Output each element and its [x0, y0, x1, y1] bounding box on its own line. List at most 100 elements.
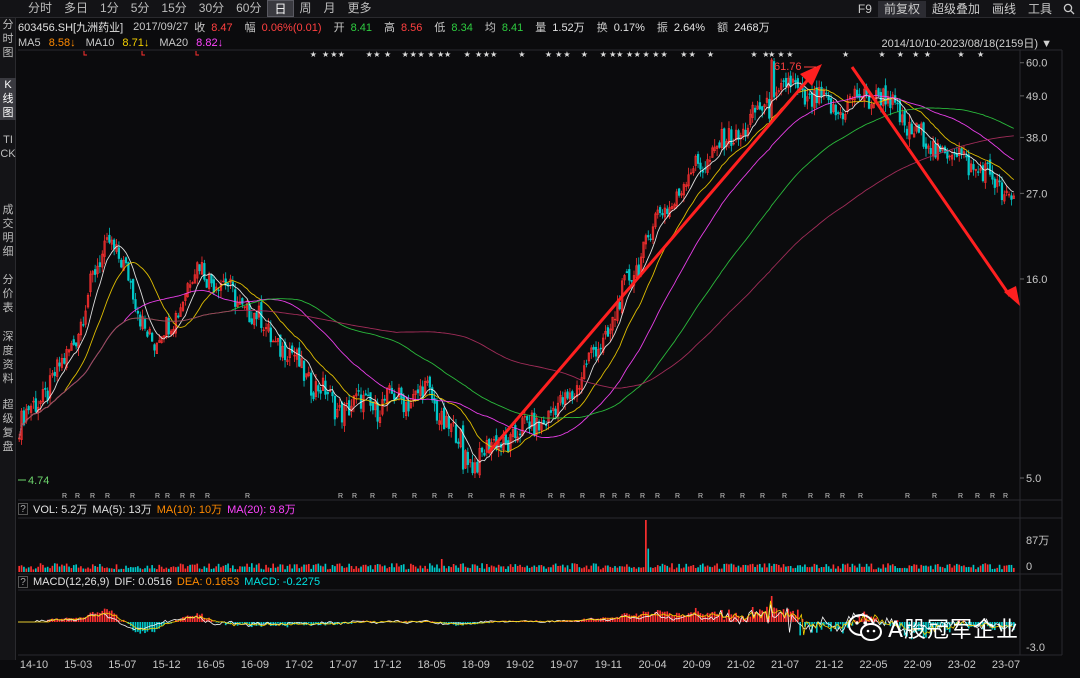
- candle-body: [250, 318, 253, 324]
- macd-dif: DIF: 0.0516: [114, 576, 172, 588]
- star-marker: ★: [475, 50, 482, 59]
- candle-body: [234, 289, 237, 307]
- candle-body: [518, 433, 522, 436]
- star-marker: ★: [660, 50, 667, 59]
- candle-body: [537, 421, 541, 431]
- star-marker: ★: [310, 50, 317, 59]
- candle-body: [98, 262, 102, 267]
- candle-body: [75, 342, 78, 347]
- r-marker: R: [858, 493, 863, 500]
- x-tick: 18-05: [417, 659, 446, 671]
- candle-body: [965, 155, 968, 158]
- candle-body: [53, 371, 56, 377]
- r-marker: R: [62, 493, 67, 500]
- candle-body: [433, 398, 436, 404]
- volume-tick: 0: [1026, 561, 1032, 573]
- candle-body: [203, 263, 206, 280]
- volume-tick: 87万: [1026, 535, 1049, 547]
- candle-body: [312, 392, 315, 400]
- x-tick: 23-02: [947, 659, 976, 671]
- candle-body: [153, 344, 156, 351]
- x-tick: 16-09: [240, 659, 269, 671]
- r-marker: R: [808, 493, 813, 500]
- candle-body: [625, 271, 629, 274]
- r-marker: R: [600, 493, 605, 500]
- candle-body: [606, 327, 610, 337]
- candle-body: [599, 347, 602, 350]
- price-tick: 5.0: [1026, 473, 1041, 485]
- star-marker: ★: [786, 50, 793, 59]
- x-tick: 17-07: [329, 659, 358, 671]
- candle-body: [810, 92, 814, 107]
- candle-body: [699, 162, 702, 170]
- r-marker: R: [180, 493, 185, 500]
- kline-chart[interactable]: 60.049.038.027.016.05.0 ★ ★ ★ ★ ★ ★ ★ ★ ★ ★ ★ ★ ★ ★ ★ ★…: [0, 0, 1080, 656]
- candle-body: [592, 346, 595, 350]
- candle-body: [319, 390, 322, 394]
- r-marker: R: [740, 493, 745, 500]
- star-marker: ★: [384, 50, 391, 59]
- x-tick: 14-10: [19, 659, 49, 671]
- candle-body: [784, 78, 788, 87]
- candle-body: [44, 387, 47, 390]
- help-icon[interactable]: ?: [18, 503, 28, 515]
- candle-body: [131, 279, 135, 300]
- star-marker: ★: [410, 50, 417, 59]
- candle-body: [841, 113, 845, 120]
- candle-body: [72, 339, 75, 345]
- candle-body: [618, 301, 621, 310]
- help-icon[interactable]: ?: [18, 576, 28, 588]
- candle-body: [744, 129, 747, 137]
- candle-body: [917, 124, 920, 133]
- candle-body: [696, 154, 700, 164]
- x-tick: 17-02: [285, 659, 314, 671]
- star-marker: ★: [330, 50, 337, 59]
- candle-body: [504, 434, 507, 444]
- candle-body: [768, 99, 771, 119]
- candle-body: [566, 391, 569, 399]
- r-marker: R: [655, 493, 660, 500]
- candle-body: [483, 452, 486, 456]
- candle-body: [782, 80, 785, 82]
- r-marker: R: [825, 493, 830, 500]
- candle-body: [585, 363, 588, 365]
- candle-body: [369, 392, 372, 406]
- candle-body: [825, 92, 828, 95]
- price-annotations: 61.76 4.74: [18, 61, 816, 487]
- candle-body: [903, 111, 906, 126]
- candle-body: [402, 396, 405, 413]
- x-tick: 20-09: [682, 659, 711, 671]
- candle-body: [400, 387, 403, 399]
- r-marker: R: [155, 493, 160, 500]
- candle-body: [302, 360, 306, 381]
- candle-body: [972, 164, 975, 170]
- candle-body: [393, 393, 396, 400]
- r-marker: R: [698, 493, 703, 500]
- x-tick: 15-12: [152, 659, 181, 671]
- candle-body: [210, 274, 213, 284]
- ma-line: [18, 94, 1015, 439]
- candle-body: [139, 314, 142, 327]
- candle-body: [910, 123, 913, 135]
- star-marker: ★: [555, 50, 562, 59]
- r-marker: R: [612, 493, 617, 500]
- candle-body: [367, 394, 370, 397]
- candle-body: [454, 424, 458, 443]
- candle-body: [435, 400, 439, 421]
- star-marker: ★: [642, 50, 649, 59]
- candle-body: [977, 171, 980, 173]
- candle-body: [856, 89, 859, 98]
- candle-body: [867, 96, 871, 109]
- candle-body: [241, 298, 244, 305]
- candle-body: [416, 389, 420, 394]
- candle-body: [217, 289, 220, 292]
- star-marker: ★: [777, 50, 784, 59]
- candle-body: [571, 391, 574, 399]
- vol-ma5: MA(5): 13万: [92, 504, 152, 516]
- candle-body: [340, 402, 344, 423]
- candle-body: [317, 385, 320, 392]
- candle-body: [310, 372, 313, 396]
- r-marker: R: [675, 493, 680, 500]
- star-marker: ★: [366, 50, 373, 59]
- candle-body: [82, 324, 85, 326]
